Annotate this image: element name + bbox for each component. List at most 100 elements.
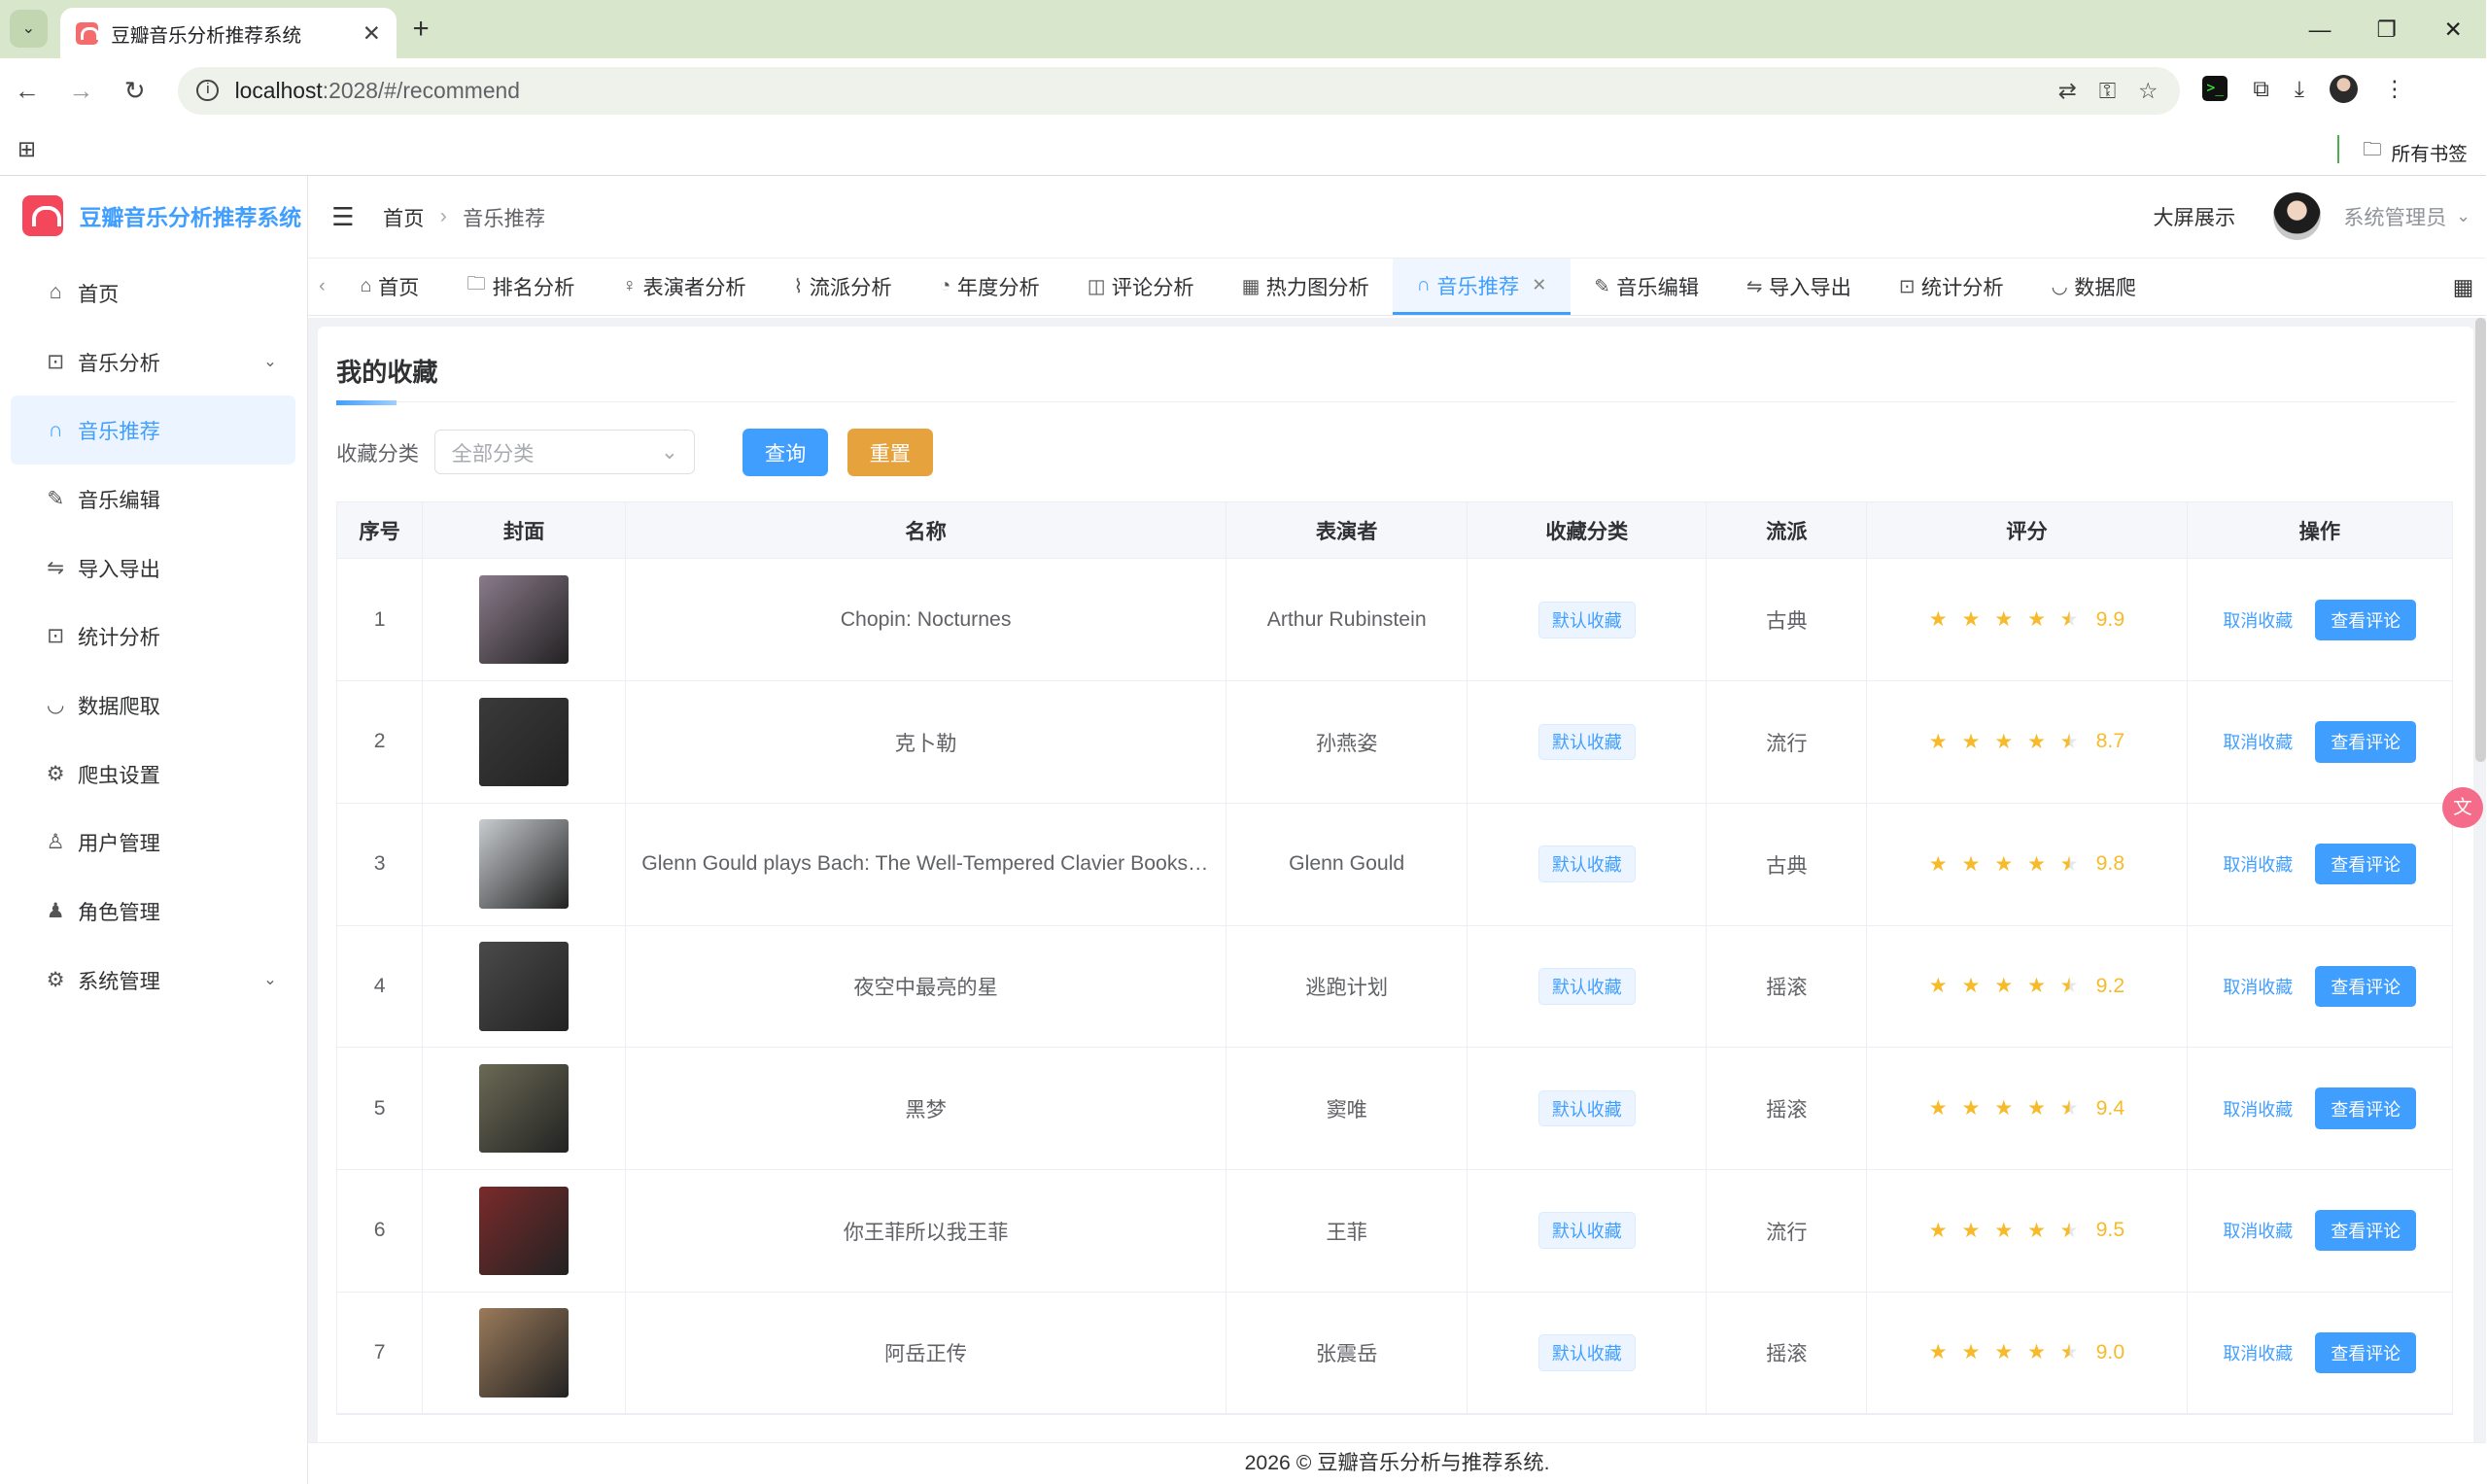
download-icon[interactable]: ⤓ <box>2295 76 2304 102</box>
tag-label: 表演者分析 <box>642 277 746 300</box>
tag-year-analysis[interactable]: ◔ 年度分析 <box>915 259 1063 315</box>
song-name: 你王菲所以我王菲 <box>843 1221 1009 1244</box>
tag-performer-analysis[interactable]: ♀ 表演者分析 <box>599 259 770 315</box>
star-icon: ★ <box>1961 608 1981 632</box>
song-name: 夜空中最亮的星 <box>853 977 998 1000</box>
close-tab-icon[interactable]: ✕ <box>363 20 381 47</box>
all-bookmarks[interactable]: 🗀 所有书签 <box>2363 136 2468 168</box>
category-select[interactable]: 全部分类 ⌄ <box>434 430 696 474</box>
cell-name: 你王菲所以我王菲 <box>626 1169 1227 1292</box>
sidebar-item-system[interactable]: ⚙ 系统管理 ⌄ <box>11 946 295 1015</box>
avatar[interactable] <box>2273 191 2322 240</box>
sidebar-item-crawler-settings[interactable]: ⚙ 爬虫设置 <box>11 740 295 809</box>
terminal-extension-icon[interactable]: >_ <box>2202 76 2228 102</box>
star-icon: ★ <box>2026 1341 2046 1364</box>
reset-button[interactable]: 重置 <box>846 428 933 476</box>
tag-crawl[interactable]: ◡ 数据爬 <box>2027 259 2159 315</box>
breadcrumb-home[interactable]: 首页 <box>383 202 424 232</box>
app-logo[interactable]: 豆瓣音乐分析推荐系统 <box>0 176 307 256</box>
cancel-favorite-button[interactable]: 取消收藏 <box>2223 1218 2293 1243</box>
query-button[interactable]: 查询 <box>743 428 829 476</box>
cancel-favorite-button[interactable]: 取消收藏 <box>2223 607 2293 633</box>
sidebar-item-music-analysis[interactable]: ⊡ 音乐分析 ⌄ <box>11 328 295 397</box>
bookmark-star-icon[interactable]: ☆ <box>2138 78 2158 104</box>
extensions-icon[interactable]: ⧉ <box>2253 76 2268 102</box>
tags-menu-grid-icon[interactable]: ▦ <box>2443 274 2474 301</box>
tag-statistics[interactable]: ⊡ 统计分析 <box>1875 259 2027 315</box>
cell-index: 6 <box>337 1169 424 1292</box>
view-comments-button[interactable]: 查看评论 <box>2315 599 2417 640</box>
sidebar-item-music-edit[interactable]: ✎ 音乐编辑 <box>11 465 295 534</box>
tag-music-recommend[interactable]: ∩ 音乐推荐 ✕ <box>1393 259 1571 315</box>
sidebar-item-roles[interactable]: ♟ 角色管理 <box>11 877 295 946</box>
tag-music-edit[interactable]: ✎ 音乐编辑 <box>1571 259 1723 315</box>
bigscreen-link[interactable]: 大屏展示 <box>2153 201 2235 231</box>
apps-grid-icon[interactable]: ⊞ <box>17 136 36 162</box>
sidebar-item-music-recommend[interactable]: ∩ 音乐推荐 <box>11 396 296 466</box>
album-cover-image <box>479 1186 569 1275</box>
url-bar[interactable]: i localhost:2028/#/recommend ⇄ ⚿ ☆ <box>177 66 2181 115</box>
username-dropdown[interactable]: 系统管理员 <box>2343 201 2446 231</box>
tag-rank-analysis[interactable]: 🗀 排名分析 <box>443 259 599 315</box>
cell-genre: 摇滚 <box>1707 1292 1868 1414</box>
tag-import-export[interactable]: ⇋ 导入导出 <box>1723 259 1876 315</box>
profile-avatar[interactable] <box>2330 74 2359 104</box>
cancel-favorite-button[interactable]: 取消收藏 <box>2223 974 2293 999</box>
minimize-button[interactable]: — <box>2287 0 2354 58</box>
restore-button[interactable]: ❐ <box>2353 0 2420 58</box>
translate-float-icon[interactable]: 文 <box>2441 786 2484 829</box>
bowl-icon: ◡ <box>2051 275 2068 297</box>
tag-home[interactable]: ⌂ 首页 <box>336 259 443 315</box>
view-comments-button[interactable]: 查看评论 <box>2315 1087 2417 1129</box>
view-comments-button[interactable]: 查看评论 <box>2315 843 2417 885</box>
album-cover-image <box>479 575 569 665</box>
presentation-icon: ⊡ <box>47 625 64 648</box>
close-window-button[interactable]: ✕ <box>2420 0 2487 58</box>
chevron-down-icon[interactable]: ⌄ <box>2456 206 2470 226</box>
browser-tab[interactable]: 豆瓣音乐分析推荐系统 ✕ <box>60 8 397 59</box>
rating-score: 9.4 <box>2095 1096 2125 1120</box>
site-info-icon[interactable]: i <box>196 79 220 102</box>
cell-index: 3 <box>337 803 424 925</box>
close-icon[interactable]: ✕ <box>1532 275 1546 295</box>
password-key-icon[interactable]: ⚿ <box>2099 78 2116 104</box>
tags-scroll-left-icon[interactable]: ‹ <box>308 275 336 297</box>
view-comments-button[interactable]: 查看评论 <box>2315 1331 2417 1374</box>
forward-button[interactable]: → <box>54 76 109 106</box>
table-header: 序号 封面 名称 表演者 收藏分类 流派 评分 操作 <box>337 501 2453 560</box>
view-comments-button[interactable]: 查看评论 <box>2315 965 2417 1007</box>
cancel-favorite-button[interactable]: 取消收藏 <box>2223 1340 2293 1365</box>
tag-label: 年度分析 <box>956 277 1040 300</box>
rating-score: 9.5 <box>2095 1219 2125 1242</box>
tag-heatmap-analysis[interactable]: ▦ 热力图分析 <box>1218 259 1393 315</box>
song-name: Chopin: Nocturnes <box>840 607 1012 631</box>
view-comments-button[interactable]: 查看评论 <box>2315 721 2417 763</box>
translate-icon[interactable]: ⇄ <box>2058 78 2077 104</box>
sidebar-item-label: 用户管理 <box>77 833 160 856</box>
back-button[interactable]: ← <box>0 76 54 106</box>
tag-comment-analysis[interactable]: ◫ 评论分析 <box>1063 259 1218 315</box>
cell-cover <box>423 803 626 925</box>
cancel-favorite-button[interactable]: 取消收藏 <box>2223 729 2293 754</box>
menu-kebab-icon[interactable]: ⋮ <box>2384 76 2406 102</box>
sidebar-item-import-export[interactable]: ⇋ 导入导出 <box>11 534 295 603</box>
category-tag: 默认收藏 <box>1537 1334 1636 1371</box>
reload-button[interactable]: ↻ <box>108 76 162 106</box>
table-body: 1 Chopin: Nocturnes Arthur Rubinstein 默认… <box>337 559 2453 1415</box>
new-tab-button[interactable]: + <box>413 13 430 46</box>
view-comments-button[interactable]: 查看评论 <box>2315 1210 2417 1252</box>
tag-genre-analysis[interactable]: ⌇ 流派分析 <box>770 259 915 315</box>
star-icon: ★ <box>1994 975 2014 998</box>
cancel-favorite-button[interactable]: 取消收藏 <box>2223 1096 2293 1122</box>
sidebar-item-crawl[interactable]: ◡ 数据爬取 <box>11 671 295 740</box>
page-scrollbar[interactable] <box>2475 317 2487 762</box>
tab-search-dropdown[interactable]: ⌄ <box>9 9 48 48</box>
hamburger-icon[interactable]: ☰ <box>331 202 354 232</box>
cancel-favorite-button[interactable]: 取消收藏 <box>2223 851 2293 877</box>
sidebar-item-users[interactable]: ♙ 用户管理 <box>11 809 295 878</box>
sidebar-item-statistics[interactable]: ⊡ 统计分析 <box>11 603 295 672</box>
star-icon: ★ <box>1928 1097 1948 1121</box>
sidebar-item-home[interactable]: ⌂ 首页 <box>11 259 295 328</box>
table-row: 5 黑梦 窦唯 默认收藏 摇滚 ★ ★ ★ ★ ★ 9.4 取消收藏 查看评论 <box>337 1048 2453 1170</box>
cell-genre: 古典 <box>1707 803 1868 925</box>
